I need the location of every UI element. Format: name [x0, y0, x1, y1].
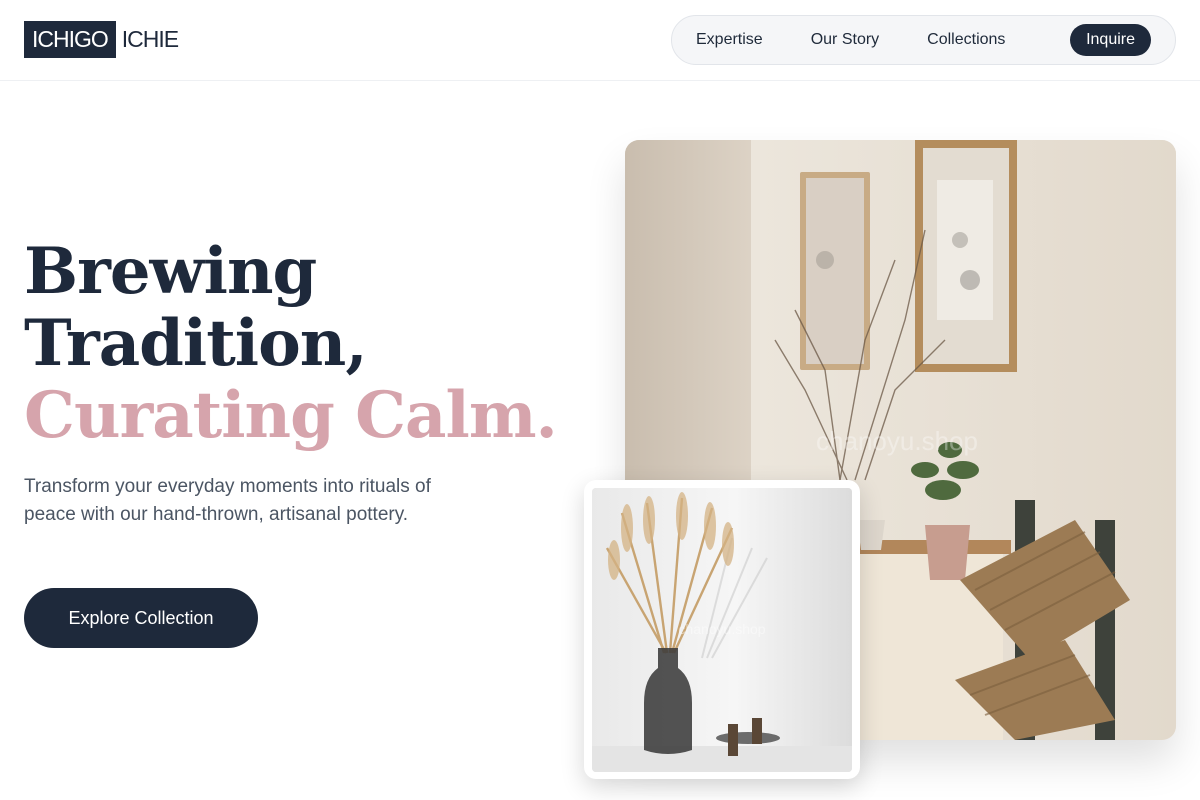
hero-title-line-1: Brewing — [24, 234, 317, 309]
logo-text: ICHIE — [121, 26, 179, 52]
explore-collection-button[interactable]: Explore Collection — [24, 588, 258, 648]
inquire-button[interactable]: Inquire — [1070, 24, 1151, 56]
hero-subtitle: Transform your everyday moments into rit… — [24, 476, 431, 525]
nav-item-expertise[interactable]: Expertise — [696, 31, 763, 49]
logo-mark: ICHIGO — [24, 21, 116, 58]
vase-photo-card: chanoyu.shop — [584, 480, 860, 779]
hero-title-accent-line: Curating Calm. — [24, 378, 558, 453]
vase-photo-watermark: chanoyu.shop — [678, 621, 765, 637]
nav-item-collections[interactable]: Collections — [927, 31, 1005, 49]
nav-item-our-story[interactable]: Our Story — [811, 31, 879, 49]
hero-title-line-2: Tradition, — [24, 306, 368, 381]
brand-logo[interactable]: ICHIGO ICHIE — [24, 21, 179, 58]
interior-photo-watermark: chanoyu.shop — [816, 426, 978, 456]
hero-title: Brewing Tradition, Curating Calm. — [24, 234, 558, 453]
main-nav: Expertise Our Story Collections Inquire — [671, 15, 1176, 65]
site-header: ICHIGO ICHIE Expertise Our Story Collect… — [0, 0, 1200, 81]
vase-photo: chanoyu.shop — [592, 488, 852, 772]
